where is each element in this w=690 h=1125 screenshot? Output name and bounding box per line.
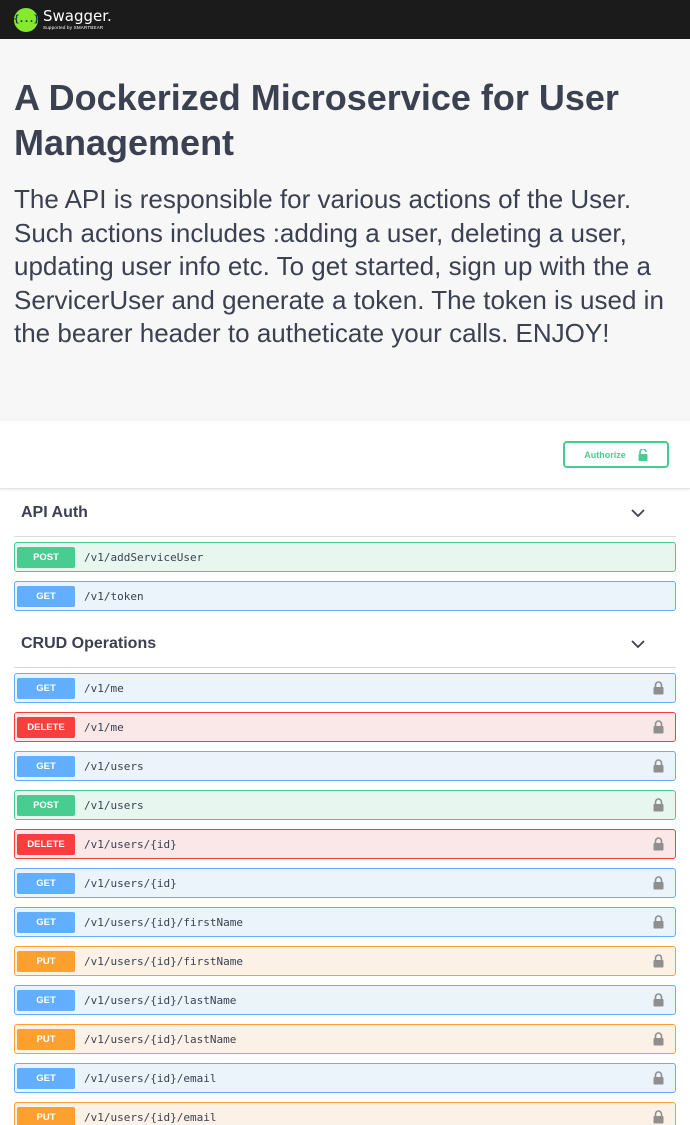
lock-icon[interactable] — [653, 1110, 664, 1124]
method-badge: GET — [17, 585, 75, 607]
method-badge: DELETE — [17, 833, 75, 855]
operation-path: /v1/users/{id}/firstName — [84, 915, 243, 929]
tag-header[interactable]: CRUD Operations — [0, 620, 676, 667]
authorize-button[interactable]: Authorize — [563, 441, 669, 468]
tag-divider — [14, 667, 676, 668]
logo-name: Swagger. — [43, 6, 112, 25]
api-title: A Dockerized Microservice for User Manag… — [14, 77, 619, 163]
operation-get[interactable]: GET/v1/users/{id} — [14, 868, 676, 898]
method-badge: GET — [17, 1067, 75, 1089]
method-badge: GET — [17, 872, 75, 894]
operation-get[interactable]: GET/v1/users/{id}/lastName — [14, 985, 676, 1015]
swagger-logo-icon[interactable]: {...} — [13, 7, 40, 32]
operation-put[interactable]: PUT/v1/users/{id}/email — [14, 1102, 676, 1125]
tag-header[interactable]: API Auth — [0, 489, 676, 536]
method-badge: GET — [17, 911, 75, 933]
operation-path: /v1/token — [84, 589, 144, 603]
tag-divider — [14, 536, 676, 537]
method-badge: PUT — [17, 950, 75, 972]
swagger-logo[interactable]: Swagger. Supported by SMARTBEAR — [43, 6, 112, 31]
operation-path: /v1/addServiceUser — [84, 550, 204, 564]
lock-icon[interactable] — [653, 876, 664, 890]
authorize-label: Authorize — [584, 449, 626, 460]
operation-path: /v1/me — [84, 681, 124, 695]
operation-put[interactable]: PUT/v1/users/{id}/lastName — [14, 1024, 676, 1054]
operation-post[interactable]: POST/v1/addServiceUser — [14, 542, 676, 572]
chevron-down-icon[interactable] — [630, 639, 646, 649]
operation-delete[interactable]: DELETE/v1/me — [14, 712, 676, 742]
operation-get[interactable]: GET/v1/users/{id}/firstName — [14, 907, 676, 937]
operation-post[interactable]: POST/v1/users — [14, 790, 676, 820]
operation-path: /v1/users — [84, 798, 144, 812]
operation-path: /v1/users/{id} — [84, 876, 177, 890]
lock-icon[interactable] — [653, 1071, 664, 1085]
operations-list: POST/v1/addServiceUser GET/v1/token — [0, 542, 690, 611]
operation-delete[interactable]: DELETE/v1/users/{id} — [14, 829, 676, 859]
method-badge: POST — [17, 546, 75, 568]
operation-path: /v1/users/{id}/firstName — [84, 954, 243, 968]
operation-get[interactable]: GET/v1/me — [14, 673, 676, 703]
method-badge: PUT — [17, 1106, 75, 1125]
operation-path: /v1/me — [84, 720, 124, 734]
lock-icon[interactable] — [653, 954, 664, 968]
top-bar: {...} Swagger. Supported by SMARTBEAR — [0, 0, 690, 39]
method-badge: DELETE — [17, 716, 75, 738]
operations-list: GET/v1/me DELETE/v1/me GET/v1/users POST/v1… — [0, 673, 690, 1125]
tag-title: CRUD Operations — [21, 634, 157, 652]
operation-put[interactable]: PUT/v1/users/{id}/firstName — [14, 946, 676, 976]
operation-path: /v1/users/{id}/email — [84, 1110, 217, 1124]
operation-groups: API Auth POST/v1/addServiceUser GET/v1/tok… — [0, 489, 690, 1125]
lock-icon[interactable] — [653, 720, 664, 734]
logo-subtitle: Supported by SMARTBEAR — [43, 24, 104, 30]
method-badge: PUT — [17, 1028, 75, 1050]
method-badge: GET — [17, 677, 75, 699]
tag-title: API Auth — [21, 503, 88, 521]
operation-get[interactable]: GET/v1/token — [14, 581, 676, 611]
method-badge: GET — [17, 989, 75, 1011]
scheme-container: Authorize — [0, 421, 690, 489]
lock-icon[interactable] — [653, 993, 664, 1007]
api-info: A Dockerized Microservice for User Manag… — [0, 39, 690, 421]
operation-get[interactable]: GET/v1/users — [14, 751, 676, 781]
operation-path: /v1/users/{id}/email — [84, 1071, 217, 1085]
operation-path: /v1/users — [84, 759, 144, 773]
unlock-icon — [638, 448, 648, 461]
api-description: The API is responsible for various actio… — [14, 184, 664, 349]
lock-icon[interactable] — [653, 798, 664, 812]
operation-path: /v1/users/{id}/lastName — [84, 1032, 237, 1046]
lock-icon[interactable] — [653, 759, 664, 773]
lock-icon[interactable] — [653, 681, 664, 695]
lock-icon[interactable] — [653, 1032, 664, 1046]
chevron-down-icon[interactable] — [630, 508, 646, 518]
operation-get[interactable]: GET/v1/users/{id}/email — [14, 1063, 676, 1093]
lock-icon[interactable] — [653, 837, 664, 851]
method-badge: GET — [17, 755, 75, 777]
method-badge: POST — [17, 794, 75, 816]
operation-path: /v1/users/{id}/lastName — [84, 993, 237, 1007]
operation-path: /v1/users/{id} — [84, 837, 177, 851]
lock-icon[interactable] — [653, 915, 664, 929]
